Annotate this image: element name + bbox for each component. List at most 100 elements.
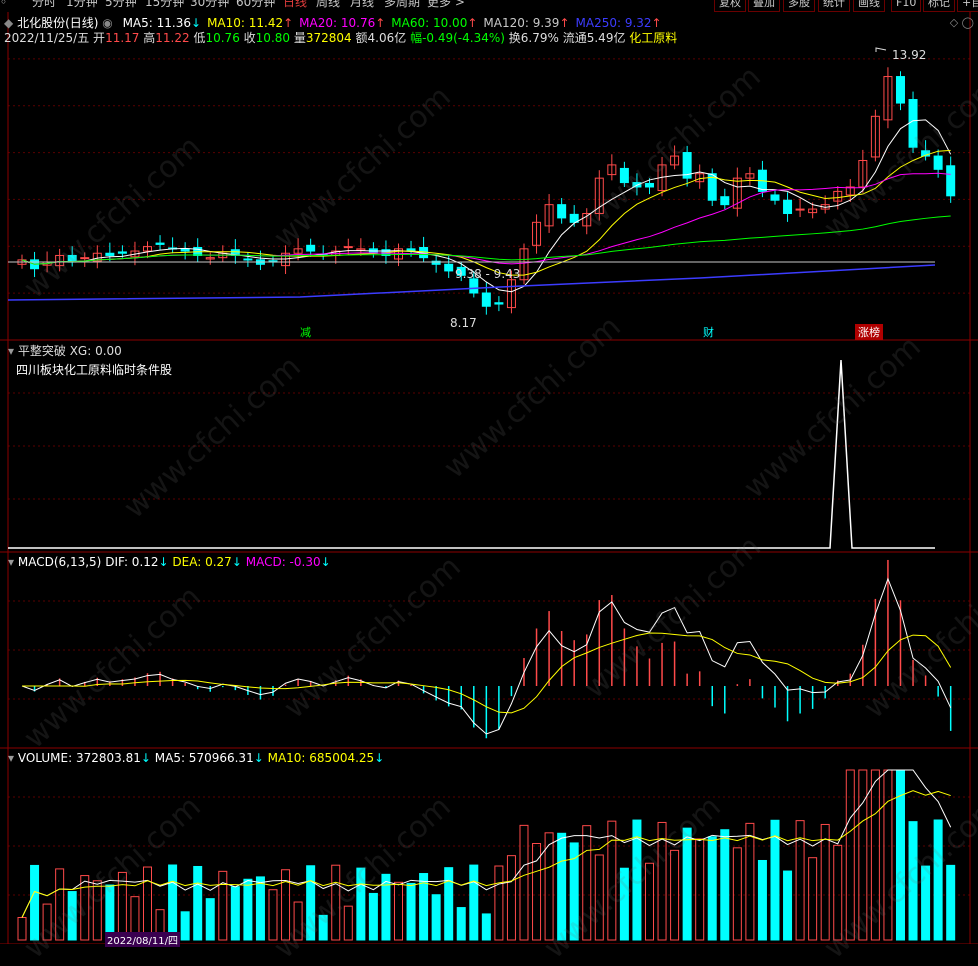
volume-bar bbox=[858, 769, 868, 941]
volume-bar bbox=[682, 827, 692, 941]
volume-ma5-arrow: ↓ bbox=[253, 751, 264, 765]
chart-canvas[interactable] bbox=[0, 0, 978, 944]
ma-legend-item: MA10: 11.42 bbox=[207, 16, 284, 30]
candle-body bbox=[343, 246, 353, 249]
ma-legend: MA5: 11.36↓ MA10: 11.42↑ MA20: 10.76↑ MA60:… bbox=[117, 16, 662, 30]
sector-value[interactable]: 化工原料 bbox=[629, 31, 677, 45]
candle-body bbox=[557, 204, 567, 219]
volume-bar bbox=[117, 871, 127, 941]
volume-bar bbox=[644, 862, 654, 941]
volume-bar bbox=[243, 878, 253, 941]
ma-legend-arrow: ↑ bbox=[651, 16, 662, 30]
candle-body bbox=[908, 99, 918, 148]
candle-body bbox=[243, 258, 253, 261]
stock-name: 北化股份(日线) bbox=[17, 16, 99, 30]
volume-settings-icon[interactable]: ▾ bbox=[8, 751, 14, 765]
volume-bar bbox=[230, 886, 240, 941]
volume-title[interactable]: VOLUME: 372803.81 bbox=[18, 751, 141, 765]
volume-bar bbox=[67, 891, 77, 941]
indicator-title[interactable]: 平整突破 bbox=[18, 344, 66, 358]
volume-bar bbox=[255, 876, 265, 941]
volume-bar bbox=[80, 875, 90, 941]
low-value: 10.76 bbox=[205, 31, 240, 45]
volume-bar bbox=[306, 865, 316, 941]
volume-bar bbox=[205, 898, 215, 941]
volume-panel-header: ▾ VOLUME: 372803.81↓ MA5: 570966.31↓ MA1… bbox=[8, 751, 384, 765]
close-value: 10.80 bbox=[255, 31, 291, 45]
candle-body bbox=[644, 182, 654, 188]
high-price-label: 13.92 bbox=[892, 48, 927, 62]
volume-arrow: ↓ bbox=[140, 751, 151, 765]
volume-bar bbox=[356, 867, 366, 941]
volume-bar bbox=[180, 911, 190, 941]
volume-bar bbox=[92, 880, 102, 941]
macd-dif: DIF: 0.12 bbox=[105, 555, 159, 569]
volume-ma10-line bbox=[21, 790, 951, 918]
reduce-holding-tag[interactable]: 减 bbox=[300, 324, 311, 340]
ma-legend-item: MA120: 9.39 bbox=[483, 16, 560, 30]
volume-ma10-arrow: ↓ bbox=[374, 751, 385, 765]
volume-bar bbox=[444, 867, 454, 941]
volume-bar bbox=[142, 866, 152, 941]
close-label: 收 bbox=[243, 31, 256, 45]
macd-title[interactable]: MACD(6,13,5) bbox=[18, 555, 102, 569]
candle-body bbox=[105, 252, 115, 256]
volume-bar bbox=[908, 821, 918, 941]
macd-panel-header: ▾ MACD(6,13,5) DIF: 0.12↓ DEA: 0.27↓ MAC… bbox=[8, 555, 331, 569]
volume-bar bbox=[218, 870, 228, 941]
volume-bar bbox=[695, 838, 705, 941]
high-marker bbox=[875, 47, 887, 52]
stock-chart-window: ◦ 分时 1分钟 5分钟 15分钟 30分钟 60分钟 日线 周线 月线 多周期… bbox=[0, 0, 978, 966]
volume-bar bbox=[619, 867, 629, 941]
high-value: 11.22 bbox=[155, 31, 190, 45]
indicator-panel-header: ▾ 平整突破 XG: 0.00 bbox=[8, 342, 122, 359]
volume-bar bbox=[268, 889, 278, 941]
volume-bar bbox=[481, 913, 491, 941]
limit-up-list-tag[interactable]: 涨榜 bbox=[855, 324, 883, 340]
candle-body bbox=[946, 165, 956, 197]
panel-toggle-icons[interactable]: ◇ ◯ bbox=[950, 16, 974, 29]
candle-body bbox=[180, 248, 190, 252]
macd-dea: DEA: 0.27 bbox=[172, 555, 232, 569]
volume-bar bbox=[757, 859, 767, 941]
turnover-value: 换6.79% bbox=[508, 31, 559, 45]
ma-line bbox=[21, 215, 951, 265]
open-value: 11.17 bbox=[105, 31, 140, 45]
volume-ma10: MA10: 685004.25 bbox=[267, 751, 375, 765]
volume-bar bbox=[193, 865, 203, 941]
ma-legend-arrow: ↓ bbox=[191, 16, 202, 30]
volume-bar bbox=[582, 825, 592, 941]
volume-bar bbox=[406, 882, 416, 941]
indicator-settings-icon[interactable]: ▾ bbox=[8, 344, 14, 358]
financial-report-tag[interactable]: 财 bbox=[703, 324, 714, 340]
volume-bar bbox=[783, 870, 793, 941]
volume-bar bbox=[494, 865, 504, 941]
ma-legend-item: MA5: 11.36 bbox=[122, 16, 191, 30]
open-label: 开 bbox=[93, 31, 106, 45]
ma-legend-arrow: ↑ bbox=[559, 16, 570, 30]
volume-bar bbox=[569, 842, 579, 941]
volume-bar bbox=[55, 868, 65, 941]
indicator-value: XG: 0.00 bbox=[69, 344, 122, 358]
volume-bar bbox=[607, 820, 617, 941]
collapse-icon[interactable]: ◉ bbox=[102, 16, 112, 30]
indicator-description: 四川板块化工原料临时条件股 bbox=[16, 363, 173, 377]
low-label: 低 bbox=[193, 31, 206, 45]
volume-label: 量 bbox=[293, 31, 306, 45]
volume-value: 372804 bbox=[305, 31, 352, 45]
volume-bar bbox=[519, 824, 529, 941]
candle-body bbox=[444, 263, 454, 272]
settings-icon[interactable]: ◆ bbox=[4, 16, 13, 30]
volume-bar bbox=[883, 769, 893, 941]
float-value: 流通5.49亿 bbox=[562, 31, 626, 45]
volume-bar bbox=[331, 864, 341, 941]
volume-bar bbox=[431, 894, 441, 941]
volume-bar bbox=[745, 822, 755, 941]
volume-bar bbox=[318, 914, 328, 941]
ma-line bbox=[21, 119, 952, 293]
dea-arrow: ↓ bbox=[231, 555, 242, 569]
change-value: 幅-0.49(-4.34%) bbox=[410, 31, 505, 45]
volume-bar bbox=[30, 864, 40, 941]
macd-settings-icon[interactable]: ▾ bbox=[8, 555, 14, 569]
volume-bar bbox=[42, 903, 52, 941]
